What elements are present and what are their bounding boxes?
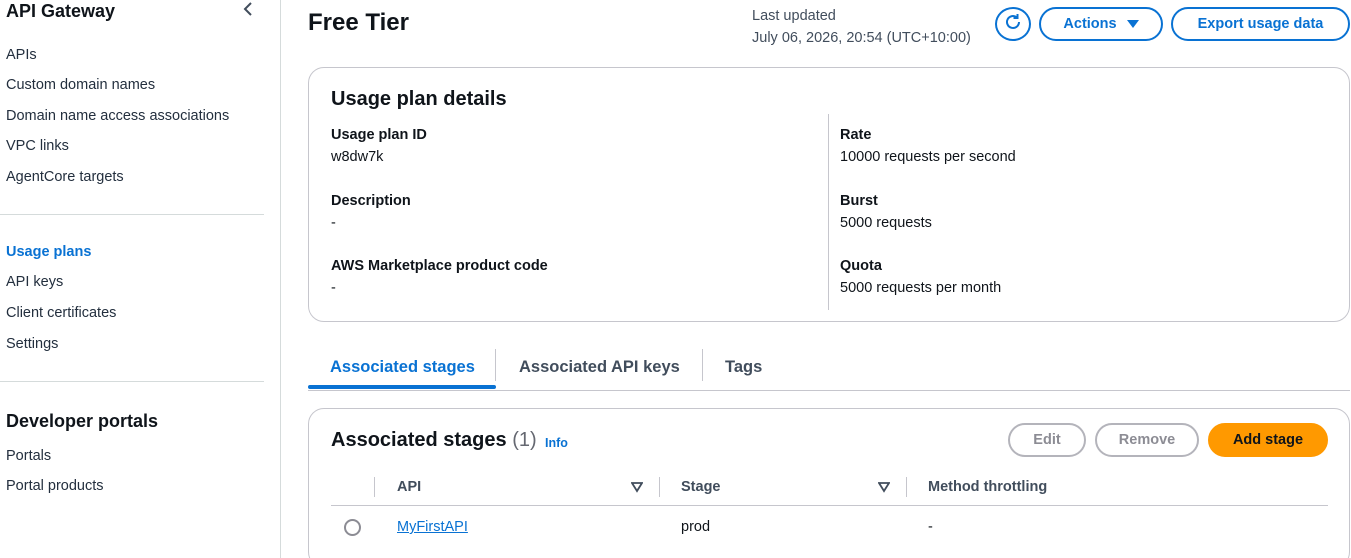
details-title: Usage plan details — [331, 88, 507, 110]
stage-cell: prod — [681, 519, 711, 535]
marketplace-code-label: AWS Marketplace product code — [331, 258, 548, 274]
sidebar-section-title: Developer portals — [6, 411, 159, 431]
sidebar-item-client-certificates[interactable]: Client certificates — [6, 305, 116, 321]
column-divider — [828, 114, 829, 310]
sidebar-item-apis[interactable]: APIs — [6, 47, 37, 63]
sidebar-item-usage-plans[interactable]: Usage plans — [6, 244, 91, 260]
active-tab-indicator — [308, 385, 496, 389]
refresh-icon — [1003, 12, 1023, 36]
burst-label: Burst — [840, 193, 878, 209]
quota-value: 5000 requests per month — [840, 280, 1002, 296]
collapse-sidebar-icon[interactable] — [240, 0, 256, 18]
add-stage-button[interactable]: Add stage — [1208, 423, 1328, 457]
tab-list: Associated stages Associated API keys Ta… — [308, 344, 1350, 391]
sidebar: API Gateway APIs Custom domain names Dom… — [0, 0, 281, 558]
sidebar-item-domain-name-access-associations[interactable]: Domain name access associations — [6, 108, 229, 124]
description-value: - — [331, 215, 336, 231]
sidebar-item-custom-domain-names[interactable]: Custom domain names — [6, 77, 155, 93]
quota-label: Quota — [840, 258, 882, 274]
method-throttling-cell: - — [928, 519, 933, 535]
caret-down-icon — [1126, 20, 1139, 28]
sidebar-item-portal-products[interactable]: Portal products — [6, 478, 104, 494]
rate-label: Rate — [840, 127, 872, 143]
marketplace-code-value: - — [331, 280, 336, 296]
actions-dropdown-button[interactable]: Actions — [1039, 7, 1163, 41]
column-separator — [659, 477, 660, 497]
edit-button[interactable]: Edit — [1008, 423, 1086, 457]
column-separator — [906, 477, 907, 497]
stages-count: (1) — [512, 429, 537, 451]
table-header-divider — [331, 505, 1328, 506]
page-title: Free Tier — [308, 9, 409, 36]
usage-plan-id-label: Usage plan ID — [331, 127, 427, 143]
column-separator — [374, 477, 375, 497]
description-label: Description — [331, 193, 411, 209]
sidebar-divider — [0, 214, 264, 215]
sidebar-title: API Gateway — [6, 1, 116, 21]
tab-associated-stages[interactable]: Associated stages — [330, 344, 475, 390]
sort-stage-icon[interactable] — [877, 480, 891, 493]
sidebar-item-settings[interactable]: Settings — [6, 336, 58, 352]
tab-separator — [495, 349, 496, 381]
rate-value: 10000 requests per second — [840, 149, 1016, 165]
column-header-api[interactable]: API — [397, 479, 421, 495]
actions-label: Actions — [1063, 16, 1117, 32]
associated-stages-card: Associated stages (1) Info Edit Remove A… — [308, 408, 1350, 558]
sidebar-item-api-keys[interactable]: API keys — [6, 274, 63, 290]
sidebar-item-vpc-links[interactable]: VPC links — [6, 138, 69, 154]
remove-button[interactable]: Remove — [1095, 423, 1199, 457]
api-link[interactable]: MyFirstAPI — [397, 519, 468, 535]
info-link[interactable]: Info — [545, 436, 568, 450]
stages-title: Associated stages (1) — [331, 429, 537, 452]
usage-plan-details-card: Usage plan details Usage plan ID w8dw7k … — [308, 67, 1350, 322]
usage-plan-id-value: w8dw7k — [331, 149, 384, 165]
tab-associated-api-keys[interactable]: Associated API keys — [519, 344, 680, 390]
stages-title-text: Associated stages — [331, 429, 507, 451]
column-header-stage[interactable]: Stage — [681, 479, 721, 495]
tab-tags[interactable]: Tags — [725, 344, 762, 390]
sort-api-icon[interactable] — [630, 480, 644, 493]
row-select-radio[interactable] — [344, 519, 361, 536]
sidebar-divider — [0, 381, 264, 382]
sidebar-item-agentcore-targets[interactable]: AgentCore targets — [6, 169, 124, 185]
last-updated-value: July 06, 2026, 20:54 (UTC+10:00) — [752, 30, 971, 46]
burst-value: 5000 requests — [840, 215, 932, 231]
sidebar-item-portals[interactable]: Portals — [6, 448, 51, 464]
last-updated-label: Last updated — [752, 8, 836, 24]
column-header-method-throttling: Method throttling — [928, 479, 1048, 495]
refresh-button[interactable] — [995, 7, 1031, 41]
tab-separator — [702, 349, 703, 381]
export-usage-data-button[interactable]: Export usage data — [1171, 7, 1350, 41]
